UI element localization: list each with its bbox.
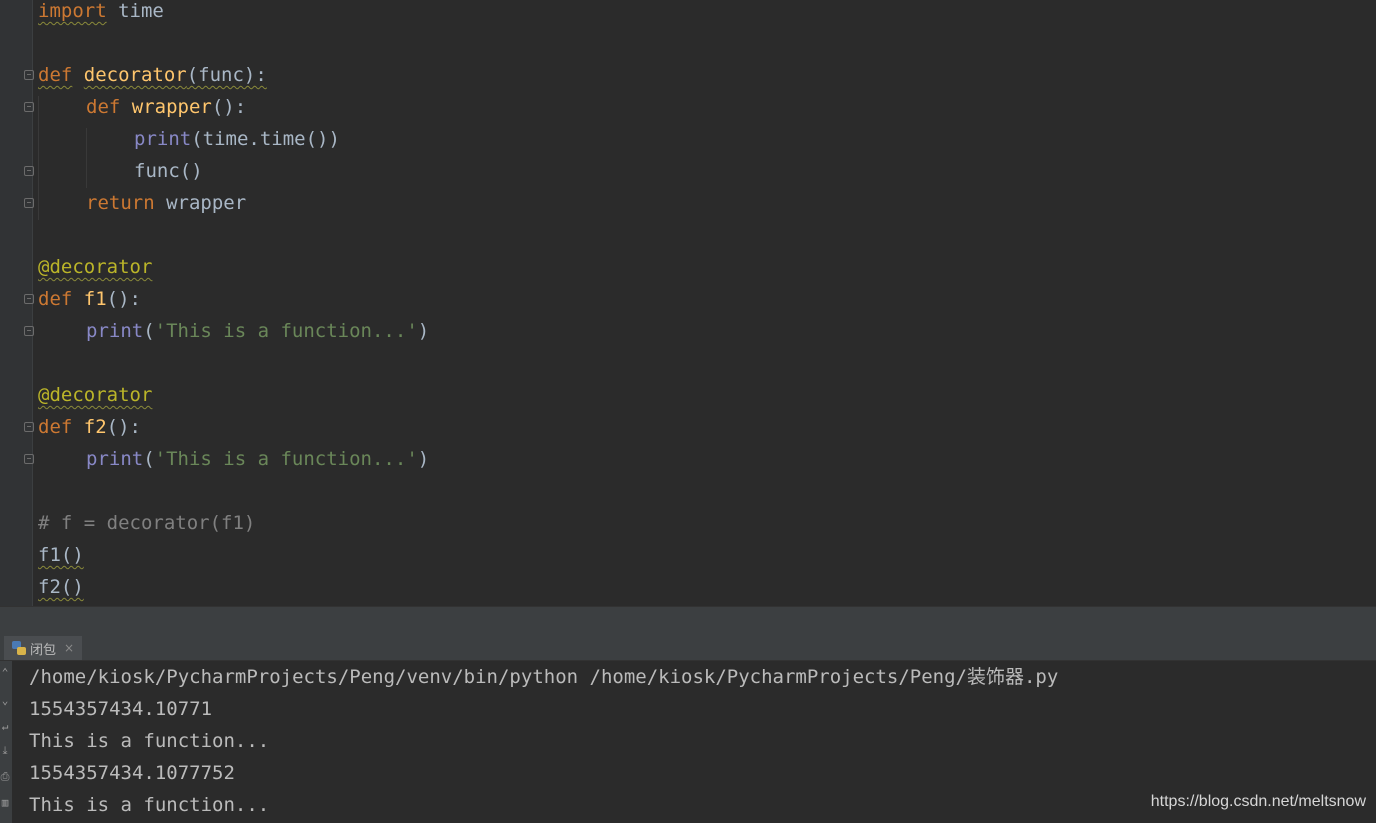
code-line[interactable]: def f2(): bbox=[38, 416, 141, 448]
code-line[interactable]: # f = decorator(f1) bbox=[38, 512, 255, 544]
fold-marker-icon[interactable] bbox=[24, 326, 34, 336]
comment: # f = decorator(f1) bbox=[38, 512, 256, 534]
keyword: def bbox=[38, 416, 73, 438]
function-name: f1 bbox=[83, 288, 107, 310]
code-text: (): bbox=[211, 96, 247, 118]
code-line[interactable]: print('This is a function...') bbox=[86, 448, 429, 480]
python-icon bbox=[12, 641, 26, 655]
console-line: /home/kiosk/PycharmProjects/Peng/venv/bi… bbox=[29, 666, 1059, 688]
string-literal: 'This is a function...' bbox=[154, 320, 418, 342]
indent-guide bbox=[38, 96, 39, 220]
code-text: ) bbox=[417, 320, 430, 342]
code-line[interactable]: return wrapper bbox=[86, 192, 246, 224]
scroll-down-icon[interactable]: ⌄ bbox=[0, 695, 10, 707]
builtin: print bbox=[134, 128, 192, 150]
console-line: 1554357434.1077752 bbox=[29, 762, 235, 784]
scroll-up-icon[interactable]: ⌃ bbox=[0, 667, 10, 679]
code-editor[interactable]: import time def decorator(func): def wra… bbox=[0, 0, 1376, 606]
decorator: @decorator bbox=[38, 256, 153, 278]
console-line: 1554357434.10771 bbox=[29, 698, 213, 720]
keyword: return bbox=[86, 192, 155, 214]
fold-marker-icon[interactable] bbox=[24, 422, 34, 432]
code-line[interactable]: def f1(): bbox=[38, 288, 141, 320]
run-tab-label: 闭包 bbox=[30, 642, 57, 658]
code-text: (func): bbox=[186, 64, 267, 86]
run-tab[interactable]: 闭包 × bbox=[4, 636, 83, 660]
code-text: (): bbox=[106, 416, 141, 438]
code-line[interactable]: f2() bbox=[38, 576, 84, 606]
code-text: (): bbox=[106, 288, 141, 310]
code-line[interactable]: import time bbox=[38, 0, 164, 32]
soft-wrap-icon[interactable]: ↵ bbox=[0, 721, 10, 733]
function-name: decorator bbox=[83, 64, 187, 86]
code-text: time bbox=[106, 0, 164, 22]
fold-marker-icon[interactable] bbox=[24, 454, 34, 464]
fold-marker-icon[interactable] bbox=[24, 294, 34, 304]
code-line[interactable]: print(time.time()) bbox=[134, 128, 340, 160]
code-text: f2() bbox=[38, 576, 84, 598]
trash-icon[interactable]: ▥ bbox=[0, 797, 10, 809]
code-text: ( bbox=[143, 448, 155, 470]
keyword: import bbox=[38, 0, 107, 22]
console-line: This is a function... bbox=[29, 794, 270, 816]
scroll-to-end-icon[interactable]: ⤓ bbox=[0, 745, 10, 757]
run-toolbar: ⌃ ⌄ ↵ ⤓ ⎙ ▥ bbox=[0, 661, 12, 823]
code-text: func() bbox=[134, 160, 203, 182]
code-line[interactable]: f1() bbox=[38, 544, 84, 576]
keyword: def bbox=[86, 96, 121, 118]
decorator: @decorator bbox=[38, 384, 153, 406]
code-line[interactable]: @decorator bbox=[38, 384, 152, 416]
code-text: ) bbox=[417, 448, 430, 470]
keyword: def bbox=[38, 288, 73, 310]
console-line: This is a function... bbox=[29, 730, 270, 752]
code-line[interactable]: def wrapper(): bbox=[86, 96, 246, 128]
code-text: (time.time()) bbox=[191, 128, 340, 150]
function-name: wrapper bbox=[131, 96, 212, 118]
code-text: ( bbox=[143, 320, 155, 342]
panel-splitter[interactable] bbox=[0, 606, 1376, 637]
code-line[interactable]: print('This is a function...') bbox=[86, 320, 429, 352]
code-line[interactable]: @decorator bbox=[38, 256, 152, 288]
builtin: print bbox=[86, 448, 144, 470]
builtin: print bbox=[86, 320, 144, 342]
string-literal: 'This is a function...' bbox=[154, 448, 418, 470]
code-line[interactable]: def decorator(func): bbox=[38, 64, 267, 96]
indent-guide bbox=[86, 128, 87, 188]
watermark-text: https://blog.csdn.net/meltsnow bbox=[1150, 793, 1366, 810]
code-text: f1() bbox=[38, 544, 84, 566]
fold-marker-icon[interactable] bbox=[24, 166, 34, 176]
code-text: wrapper bbox=[154, 192, 247, 214]
run-panel-header: 闭包 × bbox=[0, 636, 1376, 661]
code-line[interactable]: func() bbox=[134, 160, 203, 192]
fold-marker-icon[interactable] bbox=[24, 198, 34, 208]
fold-marker-icon[interactable] bbox=[24, 70, 34, 80]
print-icon[interactable]: ⎙ bbox=[0, 771, 10, 783]
keyword: def bbox=[38, 64, 73, 86]
fold-marker-icon[interactable] bbox=[24, 102, 34, 112]
close-icon[interactable]: × bbox=[64, 641, 74, 655]
function-name: f2 bbox=[83, 416, 107, 438]
